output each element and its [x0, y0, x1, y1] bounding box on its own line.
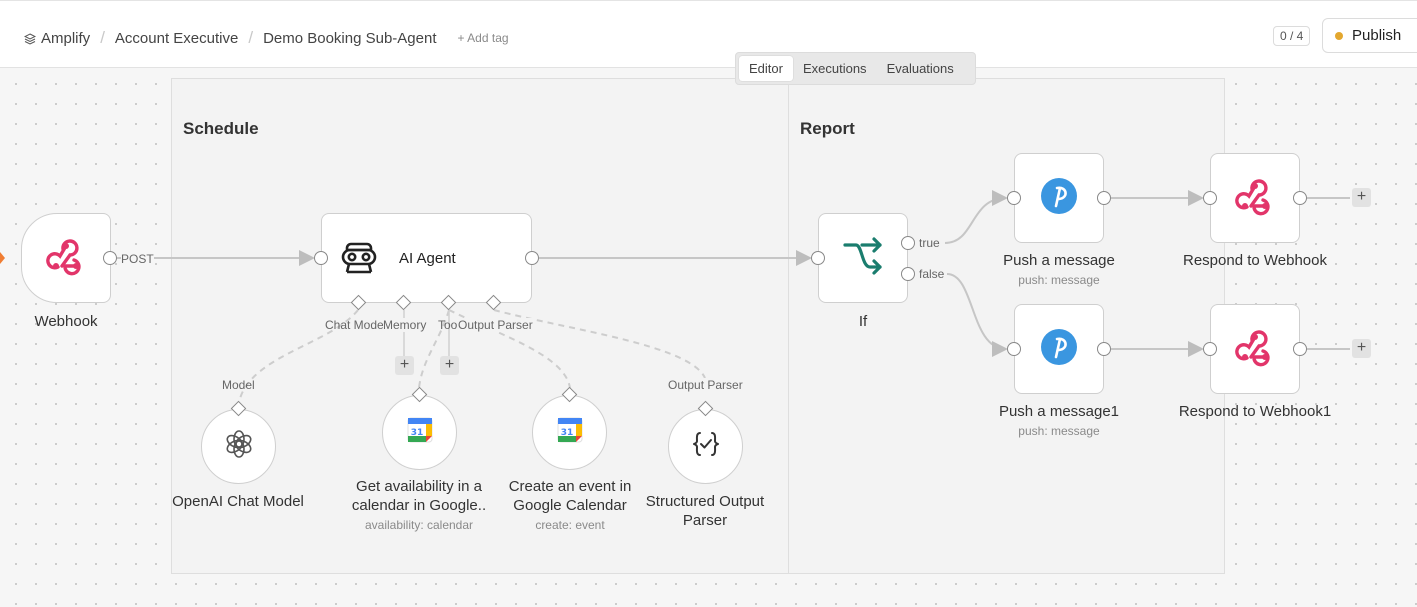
json-check-icon	[691, 429, 721, 464]
pushover-icon	[1040, 328, 1078, 371]
webhook-node-label: Webhook	[34, 313, 98, 330]
push-message1-subtitle: push: message	[1018, 424, 1100, 438]
google-calendar-icon: 31	[406, 416, 434, 449]
webhook-icon	[1235, 327, 1275, 372]
memory-port-label: Memory	[383, 318, 427, 332]
push-message-label: Push a message	[1003, 252, 1115, 269]
push-message-output-handle[interactable]	[1097, 191, 1111, 205]
if-true-label: true	[919, 236, 940, 250]
add-memory-button[interactable]: +	[395, 356, 414, 375]
ai-agent-output-handle[interactable]	[525, 251, 539, 265]
respond-webhook-label: Respond to Webhook	[1183, 252, 1327, 269]
openai-icon	[224, 429, 254, 464]
openai-chat-model-node[interactable]	[201, 409, 276, 484]
if-input-handle[interactable]	[811, 251, 825, 265]
push-message1-node[interactable]	[1014, 304, 1104, 394]
structured-parser-port-label: Output Parser	[668, 378, 743, 392]
add-node-after-respond-button[interactable]: +	[1352, 188, 1371, 207]
get-availability-subtitle: availability: calendar	[364, 518, 474, 532]
if-node[interactable]	[818, 213, 908, 303]
webhook-node[interactable]	[21, 213, 111, 303]
if-false-label: false	[919, 267, 945, 281]
push-message1-input-handle[interactable]	[1007, 342, 1021, 356]
tool-port-label: Tool	[438, 318, 461, 332]
webhook-output-label: POST	[121, 252, 154, 266]
openai-port-label: Model	[222, 378, 255, 392]
add-tool-button[interactable]: +	[440, 356, 459, 375]
output-parser-port-label: Output Parser	[458, 318, 533, 332]
ai-agent-title: AI Agent	[399, 249, 456, 267]
add-node-after-respond1-button[interactable]: +	[1352, 339, 1371, 358]
incoming-edge-arrow	[0, 252, 5, 264]
structured-parser-label: Structured Output Parser	[625, 492, 785, 530]
respond-webhook1-output-handle[interactable]	[1293, 342, 1307, 356]
if-node-label: If	[858, 313, 868, 330]
robot-icon	[339, 236, 379, 281]
push-message-subtitle: push: message	[1018, 273, 1100, 287]
ai-agent-node[interactable]: AI Agent	[321, 213, 532, 303]
respond-webhook-output-handle[interactable]	[1293, 191, 1307, 205]
respond-webhook-input-handle[interactable]	[1203, 191, 1217, 205]
branch-icon	[842, 236, 884, 281]
create-event-label-line1: Create an event in	[508, 478, 632, 495]
webhook-icon	[1235, 176, 1275, 221]
chat-model-port-label: Chat Model	[325, 318, 387, 332]
respond-webhook1-input-handle[interactable]	[1203, 342, 1217, 356]
create-event-label-line2: Google Calendar	[513, 497, 627, 514]
push-message-input-handle[interactable]	[1007, 191, 1021, 205]
push-message-node[interactable]	[1014, 153, 1104, 243]
create-event-node[interactable]: 31	[532, 395, 607, 470]
push-message1-output-handle[interactable]	[1097, 342, 1111, 356]
edge-if-true-push1[interactable]	[944, 190, 1008, 244]
structured-parser-label-line2: Parser	[682, 512, 728, 529]
ai-agent-input-handle[interactable]	[314, 251, 328, 265]
webhook-output-handle[interactable]	[103, 251, 117, 265]
respond-webhook-node[interactable]	[1210, 153, 1300, 243]
if-true-handle[interactable]	[901, 236, 915, 250]
webhook-icon	[46, 236, 86, 281]
push-message1-label: Push a message1	[998, 403, 1120, 420]
pushover-icon	[1040, 177, 1078, 220]
respond-webhook1-label: Respond to Webhook1	[1178, 403, 1332, 420]
get-availability-label-line2: calendar in Google..	[351, 497, 487, 514]
openai-chat-model-label: OpenAI Chat Model	[172, 493, 304, 510]
svg-text:31: 31	[410, 428, 423, 438]
get-availability-node[interactable]: 31	[382, 395, 457, 470]
get-availability-label-line1: Get availability in a	[356, 478, 482, 495]
structured-output-parser-node[interactable]	[668, 409, 743, 484]
google-calendar-icon: 31	[556, 416, 584, 449]
structured-parser-label-line1: Structured Output	[645, 493, 765, 510]
if-false-handle[interactable]	[901, 267, 915, 281]
respond-webhook1-node[interactable]	[1210, 304, 1300, 394]
get-availability-label: Get availability in a calendar in Google…	[339, 477, 499, 515]
svg-text:31: 31	[560, 428, 573, 438]
